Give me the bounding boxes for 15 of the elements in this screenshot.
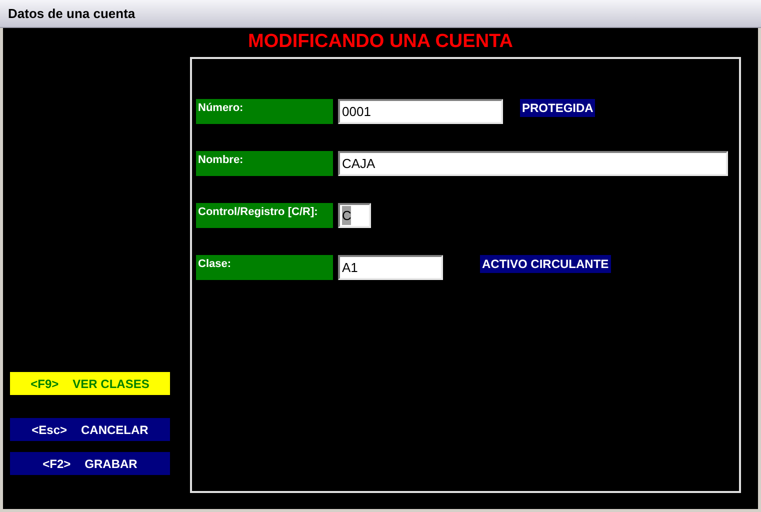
shortcut-button[interactable]: <F2> GRABAR bbox=[10, 452, 170, 475]
field-label: Control/Registro [C/R]: bbox=[196, 203, 333, 228]
text-field[interactable]: A1 bbox=[338, 255, 443, 280]
text-field[interactable]: 0001 bbox=[338, 99, 503, 124]
window-title: Datos de una cuenta bbox=[8, 4, 136, 23]
text-field[interactable]: CAJA bbox=[338, 151, 728, 176]
shortcut-button[interactable]: <F9> VER CLASES bbox=[10, 372, 170, 395]
status-tag: PROTEGIDA bbox=[520, 99, 596, 117]
heading: MODIFICANDO UNA CUENTA bbox=[248, 30, 513, 54]
field-label: Clase: bbox=[196, 255, 333, 280]
status-tag: ACTIVO CIRCULANTE bbox=[480, 255, 611, 273]
shortcut-button[interactable]: <Esc> CANCELAR bbox=[10, 418, 170, 441]
field-label: Número: bbox=[196, 99, 333, 124]
text-field[interactable]: C bbox=[338, 203, 371, 228]
field-label: Nombre: bbox=[196, 151, 333, 176]
